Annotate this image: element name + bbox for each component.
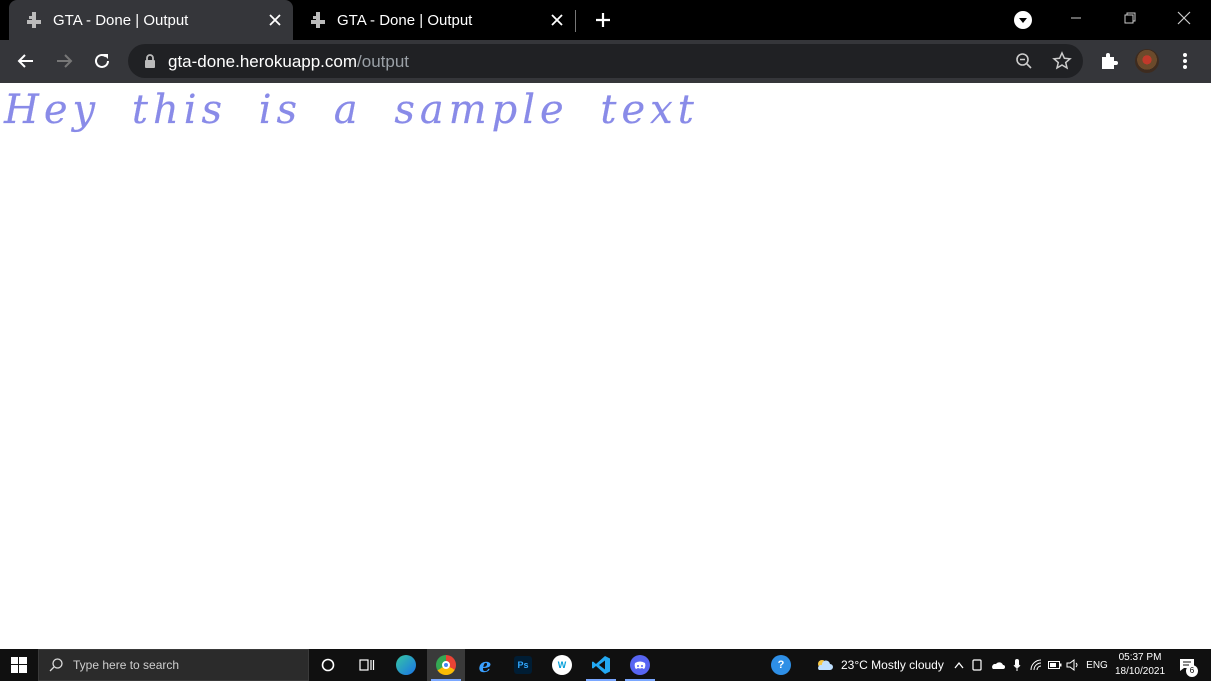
close-tab-icon[interactable] <box>261 6 289 34</box>
reload-icon <box>95 53 109 68</box>
weather-text: 23°C Mostly cloudy <box>841 658 944 672</box>
discord-app[interactable] <box>621 649 659 681</box>
address-bar[interactable]: gta-done.herokuapp.com/output <box>128 44 1083 78</box>
start-button[interactable] <box>0 649 38 681</box>
clock-date: 18/10/2021 <box>1114 666 1166 677</box>
bookmark-button[interactable] <box>1050 49 1074 73</box>
photoshop-app[interactable]: Ps <box>504 649 542 681</box>
tray-device-icon[interactable] <box>970 649 984 681</box>
help-icon: ? <box>771 655 791 675</box>
task-view-icon <box>359 659 375 671</box>
taskbar-clock[interactable]: 05:37 PM 18/10/2021 <box>1110 651 1170 679</box>
taskbar-search-box[interactable]: Type here to search <box>38 649 309 681</box>
minimize-icon <box>1071 17 1081 19</box>
wifi-button[interactable] <box>1028 649 1044 681</box>
close-tab-icon[interactable] <box>543 6 571 34</box>
kebab-menu-icon <box>1183 53 1187 69</box>
cisco-icon: W <box>552 655 572 675</box>
tab-title: GTA - Done | Output <box>53 11 189 29</box>
battery-button[interactable] <box>1047 649 1063 681</box>
chevron-up-icon <box>954 661 964 669</box>
onedrive-button[interactable] <box>989 649 1007 681</box>
url-domain: gta-done.herokuapp.com <box>168 52 358 71</box>
cloud-icon <box>818 660 833 670</box>
forward-button[interactable] <box>49 46 79 76</box>
close-icon <box>1177 11 1191 25</box>
chevron-down-circle-icon <box>1014 11 1032 29</box>
extensions-button[interactable] <box>1096 48 1122 74</box>
ie-icon: e <box>478 653 492 677</box>
gta-favicon-icon <box>27 12 41 28</box>
browser-menu-button[interactable] <box>1172 48 1198 74</box>
tab-separator <box>575 10 576 32</box>
speaker-icon <box>1066 659 1078 671</box>
plus-icon <box>596 13 610 27</box>
lock-icon[interactable] <box>142 53 158 69</box>
language-text: ENG <box>1086 659 1108 671</box>
zoom-icon <box>1016 53 1032 69</box>
arrow-right-icon <box>57 54 73 68</box>
avatar <box>1135 49 1159 73</box>
restore-icon <box>1124 12 1136 24</box>
vscode-app[interactable] <box>582 649 620 681</box>
chrome-icon <box>436 655 456 675</box>
back-button[interactable] <box>11 46 41 76</box>
handwritten-output-text: Hey this is a sample text <box>4 87 699 133</box>
edge-app[interactable] <box>387 649 425 681</box>
microphone-button[interactable] <box>1010 649 1024 681</box>
star-icon <box>1052 51 1072 70</box>
microphone-icon <box>1013 659 1021 671</box>
tab-title: GTA - Done | Output <box>337 11 473 29</box>
browser-toolbar: gta-done.herokuapp.com/output <box>0 40 1211 83</box>
wifi-icon <box>1030 659 1042 671</box>
arrow-left-icon <box>17 54 33 68</box>
cortana-icon <box>321 658 335 672</box>
tab-search-button[interactable] <box>1011 8 1035 32</box>
search-placeholder: Type here to search <box>73 658 180 672</box>
edge-icon <box>396 655 416 675</box>
new-tab-button[interactable] <box>589 6 617 34</box>
zoom-button[interactable] <box>1012 49 1036 73</box>
internet-explorer-app[interactable]: e <box>466 649 504 681</box>
device-icon <box>972 659 982 671</box>
battery-icon <box>1048 661 1062 669</box>
volume-button[interactable] <box>1065 649 1081 681</box>
url-text: gta-done.herokuapp.com/output <box>168 52 409 72</box>
restore-button[interactable] <box>1103 0 1157 36</box>
photoshop-icon: Ps <box>514 656 532 674</box>
puzzle-icon <box>1102 53 1118 69</box>
discord-icon <box>630 655 650 675</box>
windows-taskbar: Type here to search e Ps W ? 23°C Mostly… <box>0 649 1211 681</box>
vscode-icon <box>592 656 610 674</box>
onedrive-cloud-icon <box>992 661 1005 669</box>
language-indicator[interactable]: ENG <box>1083 649 1111 681</box>
weather-widget[interactable]: 23°C Mostly cloudy <box>815 649 945 681</box>
profile-button[interactable] <box>1134 48 1160 74</box>
notification-count-badge: 6 <box>1186 665 1198 677</box>
reload-button[interactable] <box>87 46 117 76</box>
chrome-app[interactable] <box>427 649 465 681</box>
search-icon <box>49 657 65 673</box>
gta-favicon-icon <box>311 12 325 28</box>
close-window-button[interactable] <box>1157 0 1211 36</box>
cortana-button[interactable] <box>313 649 343 681</box>
page-content: Hey this is a sample text <box>0 83 1211 649</box>
clock-time: 05:37 PM <box>1118 652 1162 663</box>
url-path: /output <box>357 52 410 71</box>
help-tray-button[interactable]: ? <box>768 649 794 681</box>
minimize-button[interactable] <box>1049 0 1103 36</box>
cisco-app[interactable]: W <box>543 649 581 681</box>
tab-active[interactable]: GTA - Done | Output <box>9 0 293 40</box>
windows-logo-icon <box>11 657 27 673</box>
show-hidden-icons-button[interactable] <box>950 649 968 681</box>
tab-inactive[interactable]: GTA - Done | Output <box>293 0 575 40</box>
tab-strip: GTA - Done | Output GTA - Done | Output <box>0 0 1211 40</box>
task-view-button[interactable] <box>352 649 382 681</box>
action-center-button[interactable]: 6 <box>1172 649 1202 681</box>
